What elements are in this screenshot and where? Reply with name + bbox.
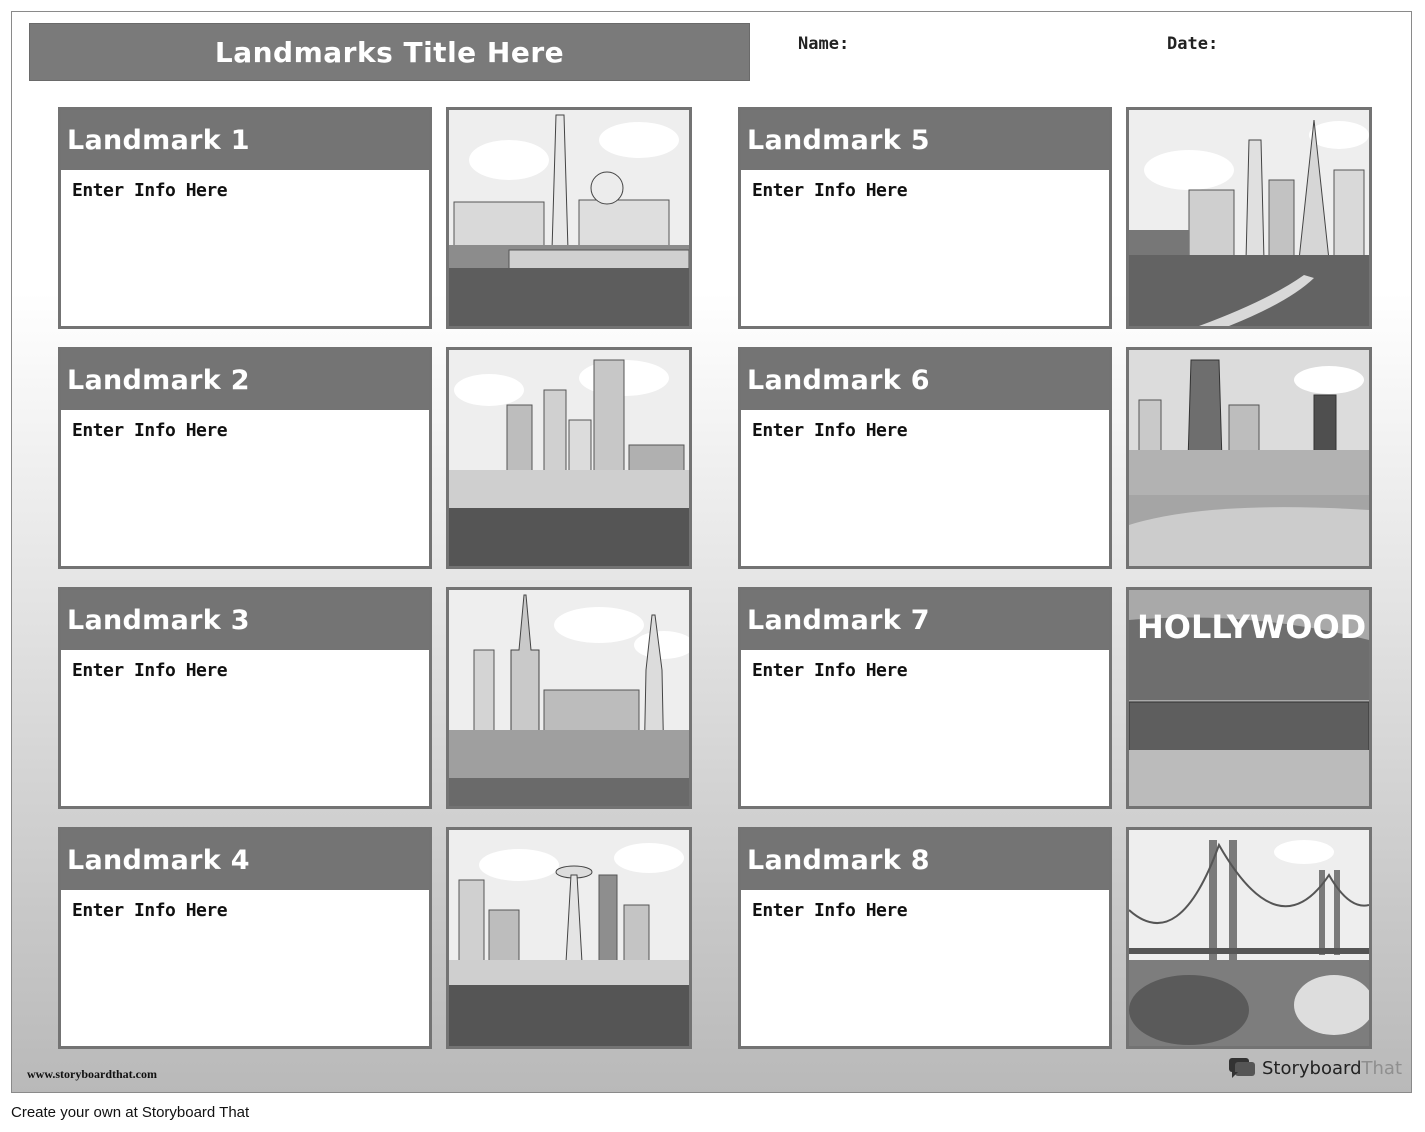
card-info-text[interactable]: Enter Info Here — [72, 420, 228, 441]
storyboardthat-logo: StoryboardThat — [1228, 1056, 1402, 1080]
card-header: Landmark 4 — [61, 830, 429, 890]
card-title[interactable]: Landmark 1 — [67, 125, 250, 156]
card-header: Landmark 3 — [61, 590, 429, 650]
card-header: Landmark 2 — [61, 350, 429, 410]
card-title[interactable]: Landmark 4 — [67, 845, 250, 876]
washington-dc-skyline-icon[interactable] — [446, 107, 692, 329]
card-info-text[interactable]: Enter Info Here — [72, 900, 228, 921]
landmark-card-2[interactable]: Landmark 2 Enter Info Here — [58, 347, 432, 569]
golden-gate-bridge-icon[interactable] — [1126, 827, 1372, 1049]
card-header: Landmark 1 — [61, 110, 429, 170]
card-info-text[interactable]: Enter Info Here — [752, 420, 908, 441]
name-label: Name: — [798, 34, 850, 54]
landmark-card-4[interactable]: Landmark 4 Enter Info Here — [58, 827, 432, 1049]
card-title[interactable]: Landmark 5 — [747, 125, 930, 156]
boston-skyline-icon[interactable] — [446, 347, 692, 569]
landmark-card-7[interactable]: Landmark 7 Enter Info Here — [738, 587, 1112, 809]
card-title[interactable]: Landmark 3 — [67, 605, 250, 636]
card-title[interactable]: Landmark 8 — [747, 845, 930, 876]
new-york-skyline-icon[interactable] — [446, 587, 692, 809]
card-info-text[interactable]: Enter Info Here — [752, 900, 908, 921]
card-header: Landmark 7 — [741, 590, 1109, 650]
speech-bubble-icon — [1229, 1058, 1255, 1078]
seattle-space-needle-icon[interactable] — [446, 827, 692, 1049]
worksheet: Landmarks Title Here Name: Date: Landmar… — [11, 11, 1412, 1093]
landmark-card-8[interactable]: Landmark 8 Enter Info Here — [738, 827, 1112, 1049]
footer-cta-link[interactable]: Create your own at Storyboard That — [11, 1104, 249, 1121]
page-title[interactable]: Landmarks Title Here — [215, 36, 564, 69]
san-francisco-skyline-icon[interactable] — [1126, 107, 1372, 329]
brand-name: StoryboardThat — [1262, 1057, 1403, 1079]
title-bar[interactable]: Landmarks Title Here — [29, 23, 750, 81]
hollywood-sign-text: HOLLYWOOD — [1137, 608, 1366, 646]
landmark-card-1[interactable]: Landmark 1 Enter Info Here — [58, 107, 432, 329]
chicago-skyline-icon[interactable] — [1126, 347, 1372, 569]
card-info-text[interactable]: Enter Info Here — [752, 660, 908, 681]
card-info-text[interactable]: Enter Info Here — [752, 180, 908, 201]
landmark-card-3[interactable]: Landmark 3 Enter Info Here — [58, 587, 432, 809]
card-title[interactable]: Landmark 6 — [747, 365, 930, 396]
card-header: Landmark 6 — [741, 350, 1109, 410]
card-title[interactable]: Landmark 2 — [67, 365, 250, 396]
card-title[interactable]: Landmark 7 — [747, 605, 930, 636]
hollywood-sign-icon[interactable]: HOLLYWOOD — [1126, 587, 1372, 809]
card-header: Landmark 5 — [741, 110, 1109, 170]
card-header: Landmark 8 — [741, 830, 1109, 890]
card-info-text[interactable]: Enter Info Here — [72, 180, 228, 201]
card-info-text[interactable]: Enter Info Here — [72, 660, 228, 681]
site-url: www.storyboardthat.com — [27, 1067, 157, 1081]
date-label: Date: — [1167, 34, 1219, 54]
landmark-card-5[interactable]: Landmark 5 Enter Info Here — [738, 107, 1112, 329]
landmark-card-6[interactable]: Landmark 6 Enter Info Here — [738, 347, 1112, 569]
